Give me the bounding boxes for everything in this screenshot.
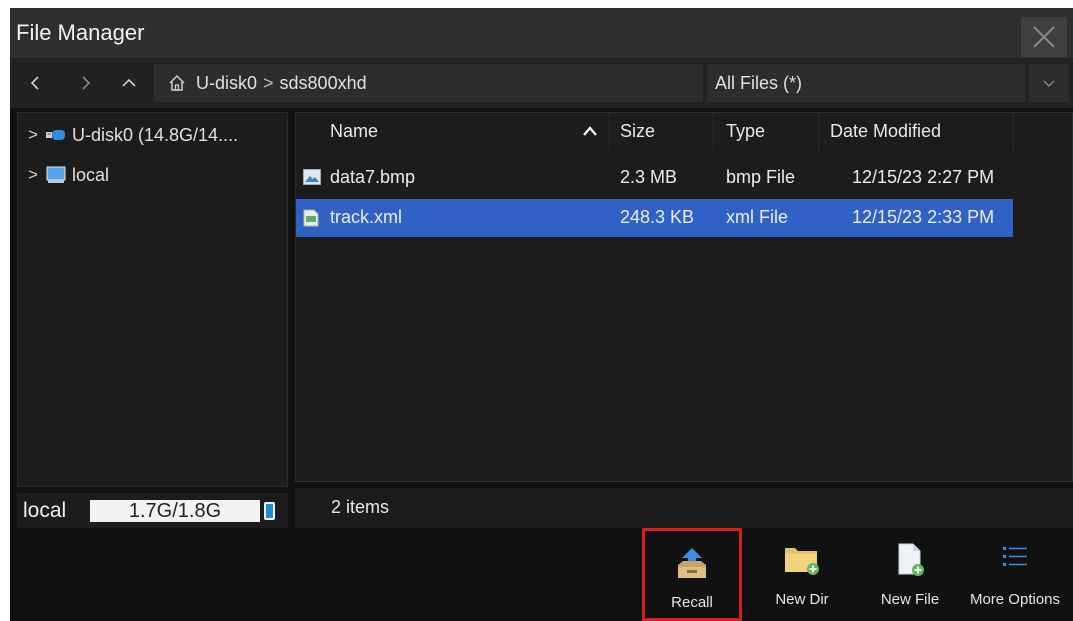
breadcrumb-separator: > xyxy=(263,72,274,93)
chevron-down-icon xyxy=(1043,80,1055,87)
tree-item-label: U-disk0 (14.8G/14.... xyxy=(72,124,239,145)
computer-icon xyxy=(46,166,66,183)
new-file-label: New File xyxy=(880,591,940,608)
chevron-up-icon xyxy=(122,78,136,87)
file-date: 12/15/23 2:27 PM xyxy=(852,167,995,187)
list-icon xyxy=(1003,547,1027,566)
more-options-button[interactable]: More Options xyxy=(965,528,1065,621)
storage-bar: 1.7G/1.8G xyxy=(90,500,260,522)
storage-usage: local 1.7G/1.8G xyxy=(17,493,288,528)
status-bar: 2 items xyxy=(295,488,1073,528)
breadcrumb-item[interactable]: U-disk0 xyxy=(196,73,257,94)
more-options-label: More Options xyxy=(969,591,1061,608)
window-title: File Manager xyxy=(16,20,145,45)
table-row[interactable]: data7.bmp 2.3 MB bmp File 12/15/23 2:27 … xyxy=(296,159,1013,197)
new-dir-button[interactable]: New Dir xyxy=(752,528,852,621)
up-button[interactable] xyxy=(118,71,140,95)
new-dir-label: New Dir xyxy=(775,591,829,608)
storage-name: local xyxy=(23,499,67,522)
image-file-icon xyxy=(303,169,321,185)
nav-bar: U-disk0 > sds800xhd All Files (*) xyxy=(10,58,1073,108)
expand-icon[interactable]: > xyxy=(22,125,44,145)
column-divider[interactable] xyxy=(713,113,714,151)
sort-ascending-icon[interactable] xyxy=(582,125,598,137)
file-name: data7.bmp xyxy=(330,167,416,187)
table-row-selected[interactable]: track.xml 248.3 KB xml File 12/15/23 2:3… xyxy=(296,199,1013,237)
column-header-type[interactable]: Type xyxy=(726,121,765,142)
filter-dropdown-button[interactable] xyxy=(1029,64,1069,102)
title-bar: File Manager xyxy=(10,8,1073,58)
breadcrumb[interactable]: U-disk0 > sds800xhd xyxy=(154,64,703,102)
column-header-date[interactable]: Date Modified xyxy=(830,121,941,142)
file-manager-window: File Manager U-disk0 > sds800xhd All Fil… xyxy=(10,8,1073,621)
column-divider[interactable] xyxy=(818,113,819,151)
expand-icon[interactable]: > xyxy=(22,165,44,185)
close-icon xyxy=(1033,26,1055,48)
breadcrumb-item[interactable]: sds800xhd xyxy=(280,73,367,94)
xml-file-icon xyxy=(303,209,319,227)
column-divider[interactable] xyxy=(1013,113,1014,151)
column-header-name[interactable]: Name xyxy=(330,121,378,142)
bottom-toolbar: Recall New Dir New File More Options xyxy=(10,528,1073,621)
file-date: 12/15/23 2:33 PM xyxy=(852,207,995,227)
back-button[interactable] xyxy=(24,71,46,95)
storage-usage-text: 1.7G/1.8G xyxy=(128,499,222,522)
file-list: Name Size Type Date Modified data7.bmp 2… xyxy=(295,112,1073,482)
recall-label: Recall xyxy=(671,594,713,611)
close-button[interactable] xyxy=(1021,17,1067,57)
battery-icon xyxy=(264,502,275,520)
column-divider[interactable] xyxy=(609,113,610,151)
tree-item-label: local xyxy=(72,164,110,185)
recall-button[interactable]: Recall xyxy=(642,528,742,621)
chevron-right-icon xyxy=(82,76,91,90)
new-folder-icon xyxy=(785,548,819,575)
file-type: xml File xyxy=(726,207,788,227)
chevron-left-icon xyxy=(30,76,39,90)
folder-tree: > U-disk0 (14.8G/14.... > local xyxy=(17,112,288,487)
file-type: bmp File xyxy=(726,167,796,187)
file-type-filter[interactable]: All Files (*) xyxy=(707,64,1025,102)
new-file-icon xyxy=(898,543,924,576)
home-icon xyxy=(169,74,185,91)
tree-item-local[interactable]: > local xyxy=(18,162,289,188)
new-file-button[interactable]: New File xyxy=(860,528,960,621)
forward-button[interactable] xyxy=(75,71,97,95)
usb-drive-icon xyxy=(46,130,65,140)
recall-icon xyxy=(678,548,706,578)
file-size: 248.3 KB xyxy=(620,207,695,227)
filter-value: All Files (*) xyxy=(715,72,803,93)
file-name: track.xml xyxy=(330,207,402,227)
file-size: 2.3 MB xyxy=(620,167,678,187)
item-count: 2 items xyxy=(331,497,390,517)
column-header-size[interactable]: Size xyxy=(620,121,655,142)
table-header: Name Size Type Date Modified xyxy=(296,113,1072,151)
tree-item-u-disk0[interactable]: > U-disk0 (14.8G/14.... xyxy=(18,122,289,148)
